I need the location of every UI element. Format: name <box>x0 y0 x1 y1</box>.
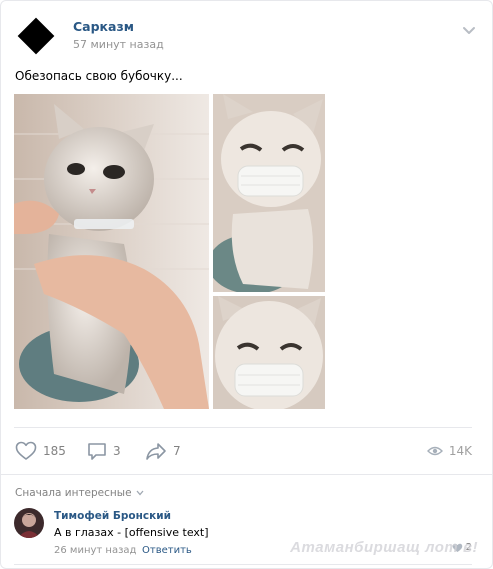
comment-bubble-icon <box>88 443 106 460</box>
post-author[interactable]: Сарказм <box>73 19 134 34</box>
post-card: Сарказм 57 минут назад Обезопась свою бу… <box>0 0 493 569</box>
community-avatar[interactable] <box>15 15 57 57</box>
sort-label: Сначала интересные <box>15 487 132 499</box>
comment-author[interactable]: Тимофей Бронский <box>54 510 171 522</box>
views-count: 14K <box>448 444 472 458</box>
divider <box>14 564 472 565</box>
comment-time[interactable]: 26 минут назад <box>54 545 136 556</box>
share-count: 7 <box>173 444 181 458</box>
share-button[interactable]: 7 <box>145 438 181 464</box>
eye-icon <box>426 446 443 456</box>
black-diamond-icon <box>17 17 55 55</box>
commenter-avatar[interactable] <box>14 508 44 538</box>
comment-count: 3 <box>113 444 121 458</box>
heart-icon <box>15 441 37 460</box>
post-text: Обезопась свою бубочку... <box>15 69 183 83</box>
comment-button[interactable]: 3 <box>87 438 121 464</box>
post-photo-bottom[interactable] <box>213 296 325 409</box>
post-photo-top[interactable] <box>213 94 325 292</box>
watermark: Атаманбиршащ лот в! <box>290 539 478 556</box>
reply-button[interactable]: Ответить <box>142 545 192 556</box>
divider <box>14 427 472 428</box>
comment-text: А в глазах - [offensive text] <box>54 526 209 539</box>
post-actions: 185 3 7 14K <box>15 438 472 464</box>
post-header: Сарказм 57 минут назад <box>15 15 478 59</box>
post-photo-main[interactable] <box>14 94 209 409</box>
chevron-down-icon <box>136 490 144 496</box>
chevron-down-icon[interactable] <box>462 23 476 37</box>
like-count: 185 <box>43 444 66 458</box>
comments-sort[interactable]: Сначала интересные <box>15 487 144 499</box>
post-time[interactable]: 57 минут назад <box>73 38 164 51</box>
divider <box>1 474 492 475</box>
share-arrow-icon <box>146 443 166 460</box>
like-button[interactable]: 185 <box>15 438 66 464</box>
views-counter: 14K <box>426 438 472 464</box>
